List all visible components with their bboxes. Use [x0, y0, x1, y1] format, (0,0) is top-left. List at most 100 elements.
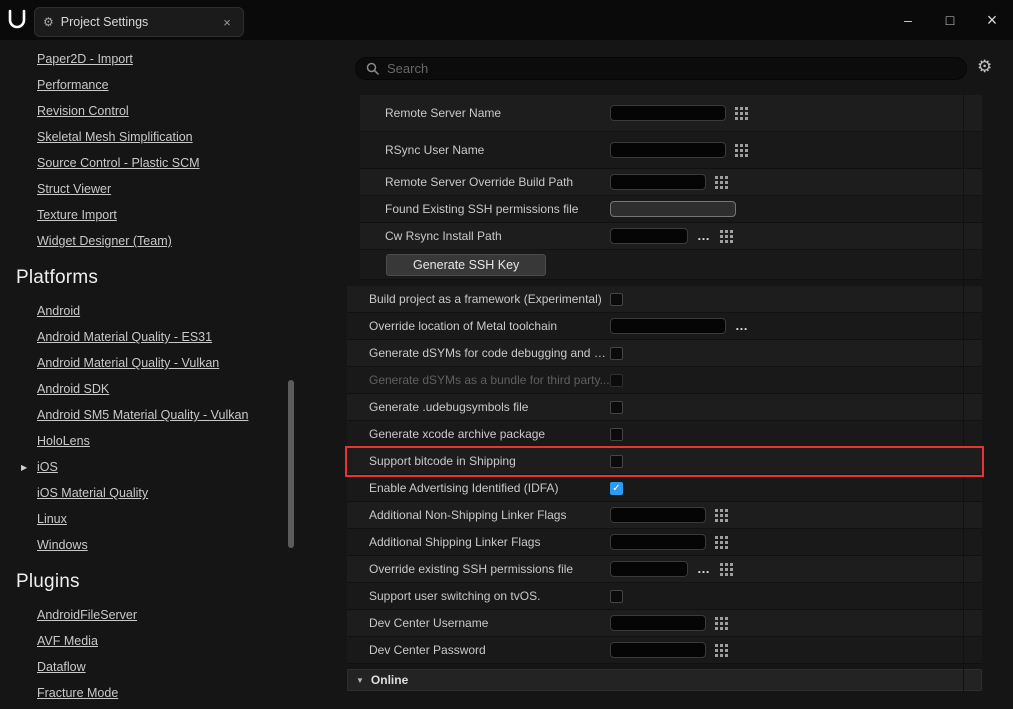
settings-options-gear-icon[interactable]: ⚙: [977, 58, 992, 75]
array-grid-icon[interactable]: [715, 617, 728, 630]
array-grid-icon[interactable]: [735, 107, 748, 120]
sidebar-item-fracture-mode[interactable]: Fracture Mode: [0, 680, 345, 706]
minimize-button[interactable]: –: [887, 0, 929, 40]
sidebar-item-struct-viewer[interactable]: Struct Viewer: [0, 176, 345, 202]
checkbox-checked[interactable]: ✓: [610, 482, 623, 495]
checkbox[interactable]: [610, 347, 623, 360]
chevron-down-icon: ▼: [356, 676, 364, 685]
settings-rows: Remote Server Name RSync User NameRemote …: [347, 95, 982, 691]
setting-label: Support user switching on tvOS.: [347, 589, 610, 603]
array-grid-icon[interactable]: [715, 536, 728, 549]
setting-label: Dev Center Username: [347, 616, 610, 630]
text-field[interactable]: [610, 318, 726, 334]
sidebar-section-platforms: Platforms: [0, 264, 345, 292]
array-grid-icon[interactable]: [735, 144, 748, 157]
sidebar-item-label: HoloLens: [37, 434, 90, 448]
sidebar-item-android-material-quality-es31[interactable]: Android Material Quality - ES31: [0, 324, 345, 350]
setting-label: Build project as a framework (Experiment…: [347, 292, 610, 306]
checkbox[interactable]: [610, 428, 623, 441]
checkbox[interactable]: [610, 455, 623, 468]
settings-gear-icon: ⚙: [43, 16, 54, 28]
sidebar-item-texture-import[interactable]: Texture Import: [0, 202, 345, 228]
maximize-button[interactable]: □: [929, 0, 971, 40]
text-field[interactable]: [610, 228, 688, 244]
sidebar-item-label: Fracture Mode: [37, 686, 118, 700]
chevron-right-icon[interactable]: ▶: [21, 463, 27, 472]
sidebar-item-source-control-plastic-scm[interactable]: Source Control - Plastic SCM: [0, 150, 345, 176]
search-input[interactable]: Search: [355, 57, 967, 80]
text-field[interactable]: [610, 105, 726, 121]
settings-panel: Search ⚙ Remote Server Name RSync User Na…: [345, 40, 1013, 709]
section-header-online[interactable]: ▼ Online: [347, 669, 982, 691]
unreal-logo: [0, 0, 34, 40]
sidebar-item-widget-designer-team[interactable]: Widget Designer (Team): [0, 228, 345, 254]
sidebar-item-android-material-quality-vulkan[interactable]: Android Material Quality - Vulkan: [0, 350, 345, 376]
settings-row-support-user-switching-on-tvos: Support user switching on tvOS.: [347, 583, 982, 610]
search-icon: [366, 62, 380, 76]
array-grid-icon[interactable]: [720, 230, 733, 243]
ellipsis-button[interactable]: …: [697, 564, 711, 574]
text-field-readonly[interactable]: [610, 201, 736, 217]
sidebar-item-android[interactable]: Android: [0, 298, 345, 324]
sidebar-list: Paper2D - Import PerformanceRevision Cont…: [0, 46, 345, 706]
sidebar-item-performance[interactable]: Performance: [0, 72, 345, 98]
sidebar-item-label: Paper2D - Import: [37, 52, 133, 66]
text-field[interactable]: [610, 174, 706, 190]
ellipsis-button[interactable]: …: [735, 321, 749, 331]
tab-title: Project Settings: [61, 15, 212, 29]
setting-label: Found Existing SSH permissions file: [360, 202, 610, 216]
sidebar: Paper2D - Import PerformanceRevision Cont…: [0, 40, 345, 709]
generate-ssh-key-button[interactable]: Generate SSH Key: [386, 254, 546, 276]
setting-label: Remote Server Name: [360, 106, 610, 120]
sidebar-item-avf-media[interactable]: AVF Media: [0, 628, 345, 654]
settings-row-generate-ssh-key: Generate SSH Key: [360, 250, 982, 280]
ellipsis-button[interactable]: …: [697, 231, 711, 241]
text-field[interactable]: [610, 615, 706, 631]
sidebar-item-androidfileserver[interactable]: AndroidFileServer: [0, 602, 345, 628]
tab-project-settings[interactable]: ⚙ Project Settings ×: [34, 7, 244, 37]
sidebar-item-skeletal-mesh-simplification[interactable]: Skeletal Mesh Simplification: [0, 124, 345, 150]
sidebar-item-label: Dataflow: [37, 660, 86, 674]
checkbox[interactable]: [610, 374, 623, 387]
settings-row-rsync-user-name: RSync User Name: [360, 132, 982, 169]
text-field[interactable]: [610, 142, 726, 158]
settings-row-generate-dsyms-for-code-debugging-and-pro: Generate dSYMs for code debugging and pr…: [347, 340, 982, 367]
sidebar-item-label: Widget Designer (Team): [37, 234, 172, 248]
checkbox[interactable]: [610, 590, 623, 603]
settings-row-found-existing-ssh-permissions-file: Found Existing SSH permissions file: [360, 196, 982, 223]
sidebar-item-label: AndroidFileServer: [37, 608, 137, 622]
settings-row-support-bitcode-in-shipping: Support bitcode in Shipping: [347, 448, 982, 475]
close-button[interactable]: ×: [971, 0, 1013, 40]
setting-label: Dev Center Password: [347, 643, 610, 657]
settings-row-build-project-as-a-framework-experimental: Build project as a framework (Experiment…: [347, 286, 982, 313]
search-placeholder: Search: [387, 61, 428, 76]
setting-label: Generate .udebugsymbols file: [347, 400, 610, 414]
settings-row-remote-server-name: Remote Server Name: [360, 95, 982, 132]
text-field[interactable]: [610, 507, 706, 523]
text-field[interactable]: [610, 534, 706, 550]
tab-close-icon[interactable]: ×: [219, 14, 235, 30]
array-grid-icon[interactable]: [715, 644, 728, 657]
settings-row-cw-rsync-install-path: Cw Rsync Install Path …: [360, 223, 982, 250]
setting-label: Override location of Metal toolchain: [347, 319, 610, 333]
settings-row-remote-server-override-build-path: Remote Server Override Build Path: [360, 169, 982, 196]
checkbox[interactable]: [610, 293, 623, 306]
sidebar-item-paper2d-import[interactable]: Paper2D - Import: [0, 46, 345, 72]
settings-row-dev-center-username: Dev Center Username: [347, 610, 982, 637]
sidebar-item-label: iOS: [37, 460, 58, 474]
sidebar-scrollbar-thumb[interactable]: [288, 380, 294, 548]
setting-label: Cw Rsync Install Path: [360, 229, 610, 243]
setting-label: Additional Non-Shipping Linker Flags: [347, 508, 610, 522]
array-grid-icon[interactable]: [715, 509, 728, 522]
text-field[interactable]: [610, 642, 706, 658]
sidebar-item-revision-control[interactable]: Revision Control: [0, 98, 345, 124]
setting-label: Override existing SSH permissions file: [347, 562, 610, 576]
checkbox[interactable]: [610, 401, 623, 414]
sidebar-item-dataflow[interactable]: Dataflow: [0, 654, 345, 680]
array-grid-icon[interactable]: [720, 563, 733, 576]
array-grid-icon[interactable]: [715, 176, 728, 189]
setting-label: Enable Advertising Identified (IDFA): [347, 481, 610, 495]
text-field[interactable]: [610, 561, 688, 577]
title-bar: ⚙ Project Settings × – □ ×: [0, 0, 1013, 40]
settings-row-dev-center-password: Dev Center Password: [347, 637, 982, 664]
